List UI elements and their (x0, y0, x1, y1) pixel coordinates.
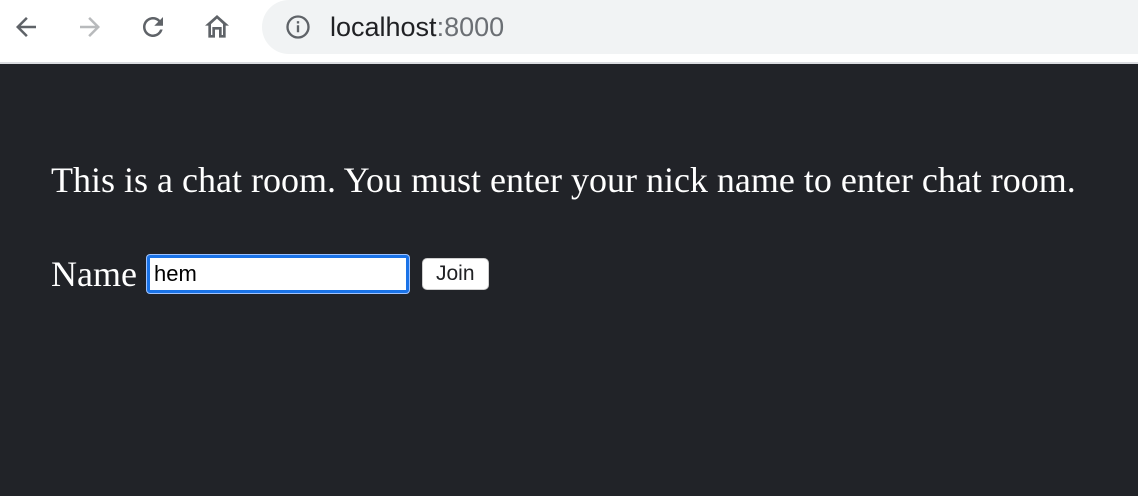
url-text[interactable]: localhost:8000 (330, 0, 504, 54)
join-button[interactable]: Join (421, 258, 489, 290)
url-host: localhost (330, 12, 437, 42)
url-port: :8000 (436, 12, 505, 42)
info-icon[interactable] (284, 13, 312, 41)
reload-button[interactable] (135, 9, 171, 45)
intro-text: This is a chat room. You must enter your… (51, 160, 1076, 200)
name-label: Name (51, 254, 137, 294)
browser-toolbar: localhost:8000 (0, 0, 1138, 64)
page-content: This is a chat room. You must enter your… (0, 64, 1138, 496)
join-form: Name Join (51, 252, 489, 296)
back-button[interactable] (8, 9, 44, 45)
forward-arrow-icon (80, 17, 100, 37)
home-icon (205, 15, 229, 38)
address-bar[interactable]: localhost:8000 (262, 0, 1138, 54)
forward-button[interactable] (72, 9, 108, 45)
reload-icon (143, 17, 163, 37)
name-input[interactable] (146, 255, 409, 293)
back-arrow-icon (16, 17, 36, 37)
home-button[interactable] (199, 9, 235, 45)
